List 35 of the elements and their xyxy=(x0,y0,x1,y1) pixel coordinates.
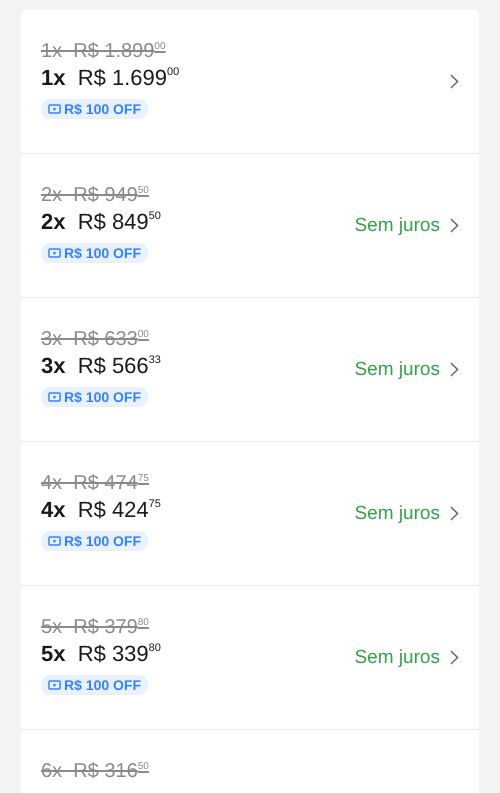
installment-option[interactable]: 1x R$ 1.899$^{00}$ 1x R$ 1.699$^{00}$ R$ 100 OFF xyxy=(21,10,479,154)
installment-option[interactable]: 2x R$ 949$^{50}$ 2x R$ 849$^{50}$ R$ 100 OFF Sem juros xyxy=(21,154,479,298)
discount-badge: R$ 100 OFF xyxy=(41,675,148,695)
coupon-icon xyxy=(48,680,61,690)
installment-price: 3x R$ 566$^{33}$ xyxy=(41,353,161,379)
interest-free-label: Sem juros xyxy=(354,646,440,668)
original-price: 3x R$ 633$^{00}$ xyxy=(41,328,149,351)
chevron-right-icon xyxy=(450,362,459,377)
coupon-icon xyxy=(48,392,61,402)
original-price: 6x R$ 316$^{50}$ xyxy=(41,760,149,783)
chevron-right-icon xyxy=(450,218,459,233)
original-price: 4x R$ 474$^{75}$ xyxy=(41,472,149,495)
installment-price: 1x R$ 1.699$^{00}$ xyxy=(41,65,180,91)
installment-price: 4x R$ 424$^{75}$ xyxy=(41,497,161,523)
interest-free-label: Sem juros xyxy=(354,502,440,524)
chevron-right-icon xyxy=(450,506,459,521)
discount-badge: R$ 100 OFF xyxy=(41,387,148,407)
original-price: 2x R$ 949$^{50}$ xyxy=(41,184,149,207)
coupon-icon xyxy=(48,248,61,258)
interest-free-label: Sem juros xyxy=(354,358,440,380)
original-price: 1x R$ 1.899$^{00}$ xyxy=(41,40,166,63)
chevron-right-icon xyxy=(450,650,459,665)
installment-option[interactable]: 3x R$ 633$^{00}$ 3x R$ 566$^{33}$ R$ 100 OFF Sem juros xyxy=(21,298,479,442)
installment-price: 5x R$ 339$^{80}$ xyxy=(41,641,161,667)
coupon-icon xyxy=(48,536,61,546)
original-price: 5x R$ 379$^{80}$ xyxy=(41,616,149,639)
coupon-icon xyxy=(48,104,61,114)
chevron-right-icon xyxy=(450,74,459,89)
discount-badge: R$ 100 OFF xyxy=(41,243,148,263)
installment-option[interactable]: 4x R$ 474$^{75}$ 4x R$ 424$^{75}$ R$ 100 OFF Sem juros xyxy=(21,442,479,586)
interest-free-label: Sem juros xyxy=(354,214,440,236)
discount-badge: R$ 100 OFF xyxy=(41,99,148,119)
installment-price: 2x R$ 849$^{50}$ xyxy=(41,209,161,235)
installment-option[interactable]: 5x R$ 379$^{80}$ 5x R$ 339$^{80}$ R$ 100 OFF Sem juros xyxy=(21,586,479,730)
discount-badge: R$ 100 OFF xyxy=(41,531,148,551)
